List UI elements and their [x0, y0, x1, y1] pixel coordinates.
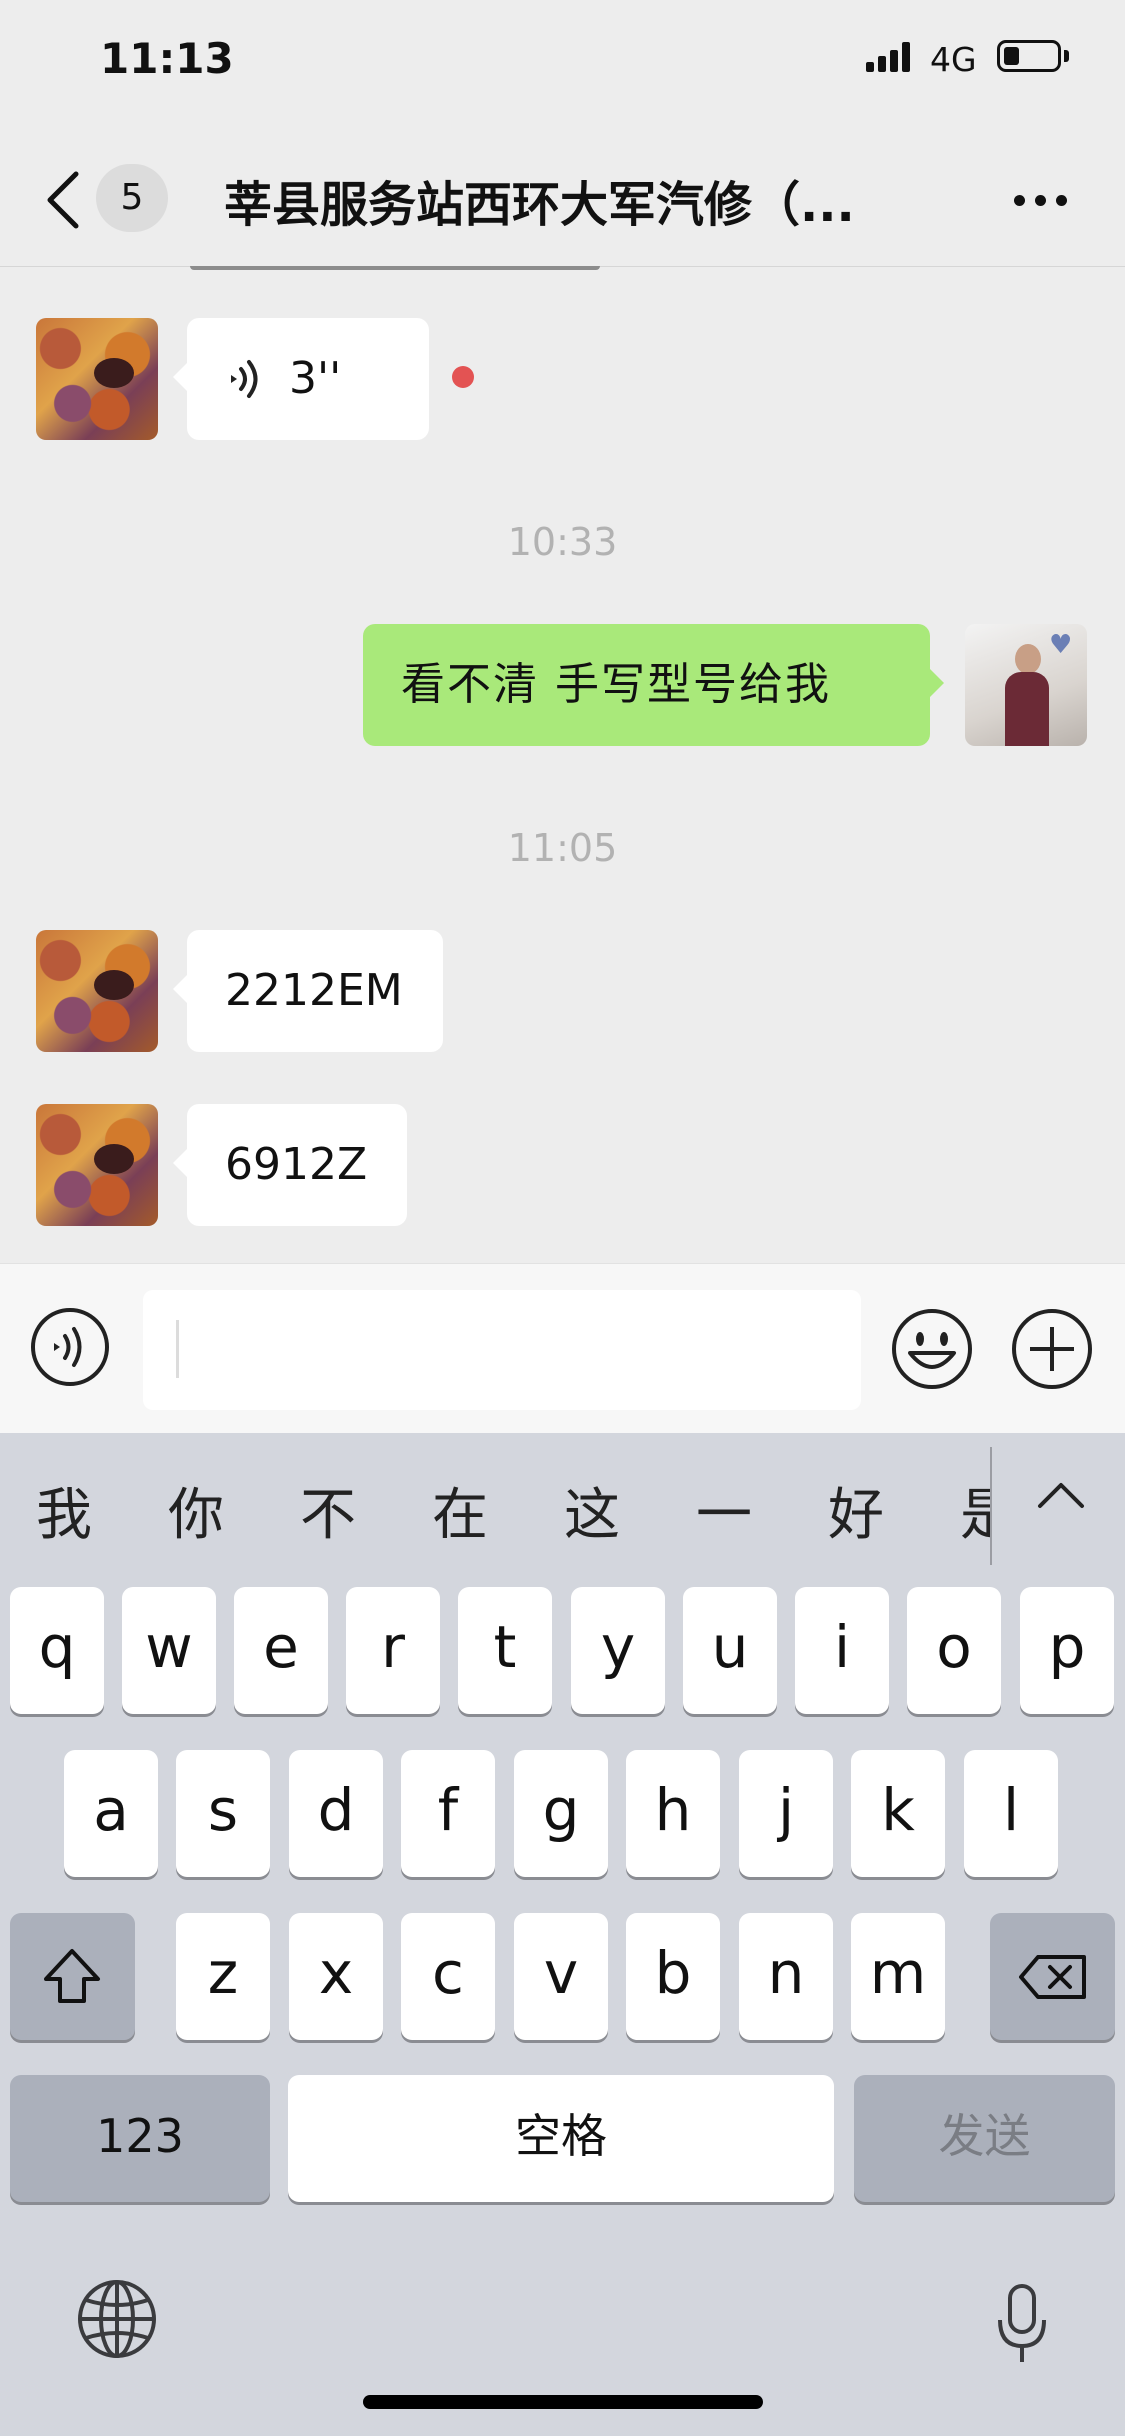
key-d[interactable]: d: [289, 1750, 383, 1877]
space-key[interactable]: 空格: [288, 2075, 834, 2202]
home-indicator[interactable]: [363, 2395, 763, 2409]
key-r[interactable]: r: [346, 1587, 440, 1714]
battery-nub: [1064, 50, 1069, 62]
backspace-icon: [1019, 1955, 1086, 1999]
unread-voice-dot: [452, 366, 474, 388]
key-m[interactable]: m: [851, 1913, 945, 2040]
voice-duration: 3'': [289, 353, 342, 404]
key-y[interactable]: y: [571, 1587, 665, 1714]
key-a[interactable]: a: [64, 1750, 158, 1877]
battery-icon: [997, 40, 1061, 72]
timestamp: 11:05: [507, 826, 618, 870]
send-key[interactable]: 发送: [854, 2075, 1115, 2202]
signal-icon: [866, 42, 914, 72]
backspace-key[interactable]: [990, 1913, 1115, 2040]
network-type: 4G: [930, 40, 977, 79]
candidate-divider: [990, 1447, 992, 1565]
sent-message-bubble[interactable]: 看不清 手写型号给我: [363, 624, 944, 746]
key-j[interactable]: j: [739, 1750, 833, 1877]
voice-message-bubble[interactable]: 3'': [173, 318, 429, 440]
key-t[interactable]: t: [458, 1587, 552, 1714]
key-l[interactable]: l: [964, 1750, 1058, 1877]
key-o[interactable]: o: [907, 1587, 1001, 1714]
key-k[interactable]: k: [851, 1750, 945, 1877]
emoji-icon[interactable]: [890, 1307, 974, 1391]
globe-icon[interactable]: [76, 2278, 158, 2360]
timestamp: 10:33: [507, 520, 618, 564]
key-b[interactable]: b: [626, 1913, 720, 2040]
key-c[interactable]: c: [401, 1913, 495, 2040]
key-f[interactable]: f: [401, 1750, 495, 1877]
unread-count-badge[interactable]: 5: [96, 164, 168, 232]
status-time: 11:13: [100, 34, 234, 83]
key-z[interactable]: z: [176, 1913, 270, 2040]
key-x[interactable]: x: [289, 1913, 383, 2040]
plus-icon[interactable]: [1010, 1307, 1094, 1391]
previous-image-edge: [190, 266, 600, 270]
candidate-word[interactable]: 在: [432, 1470, 488, 1551]
key-e[interactable]: e: [234, 1587, 328, 1714]
expand-candidates-icon[interactable]: [1036, 1480, 1086, 1510]
more-icon[interactable]: [1010, 190, 1070, 210]
received-message-bubble[interactable]: 2212EM: [173, 930, 443, 1052]
message-input[interactable]: [143, 1290, 861, 1410]
voice-mode-icon[interactable]: [30, 1307, 110, 1387]
candidate-word[interactable]: 是: [960, 1470, 990, 1551]
contact-avatar[interactable]: [36, 1104, 158, 1226]
candidate-word[interactable]: 一: [696, 1470, 752, 1551]
text-cursor: [176, 1320, 179, 1378]
shift-key[interactable]: [10, 1913, 135, 2040]
candidate-word[interactable]: 好: [828, 1470, 884, 1551]
candidate-word[interactable]: 我: [36, 1470, 92, 1551]
candidate-word[interactable]: 不: [300, 1470, 356, 1551]
key-q[interactable]: q: [10, 1587, 104, 1714]
numbers-key[interactable]: 123: [10, 2075, 270, 2202]
contact-avatar[interactable]: [36, 318, 158, 440]
mic-icon[interactable]: [994, 2282, 1050, 2366]
candidate-word[interactable]: 这: [564, 1470, 620, 1551]
my-avatar[interactable]: ♥: [965, 624, 1087, 746]
key-s[interactable]: s: [176, 1750, 270, 1877]
key-p[interactable]: p: [1020, 1587, 1114, 1714]
key-u[interactable]: u: [683, 1587, 777, 1714]
key-v[interactable]: v: [514, 1913, 608, 2040]
key-g[interactable]: g: [514, 1750, 608, 1877]
back-icon[interactable]: [44, 170, 84, 230]
key-n[interactable]: n: [739, 1913, 833, 2040]
candidate-word[interactable]: 你: [168, 1470, 224, 1551]
contact-avatar[interactable]: [36, 930, 158, 1052]
key-i[interactable]: i: [795, 1587, 889, 1714]
key-w[interactable]: w: [122, 1587, 216, 1714]
chat-title: 莘县服务站西环大军汽修（...: [224, 177, 855, 233]
shift-icon: [44, 1949, 100, 2003]
key-h[interactable]: h: [626, 1750, 720, 1877]
voice-icon: [231, 360, 258, 398]
received-message-bubble[interactable]: 6912Z: [173, 1104, 407, 1226]
